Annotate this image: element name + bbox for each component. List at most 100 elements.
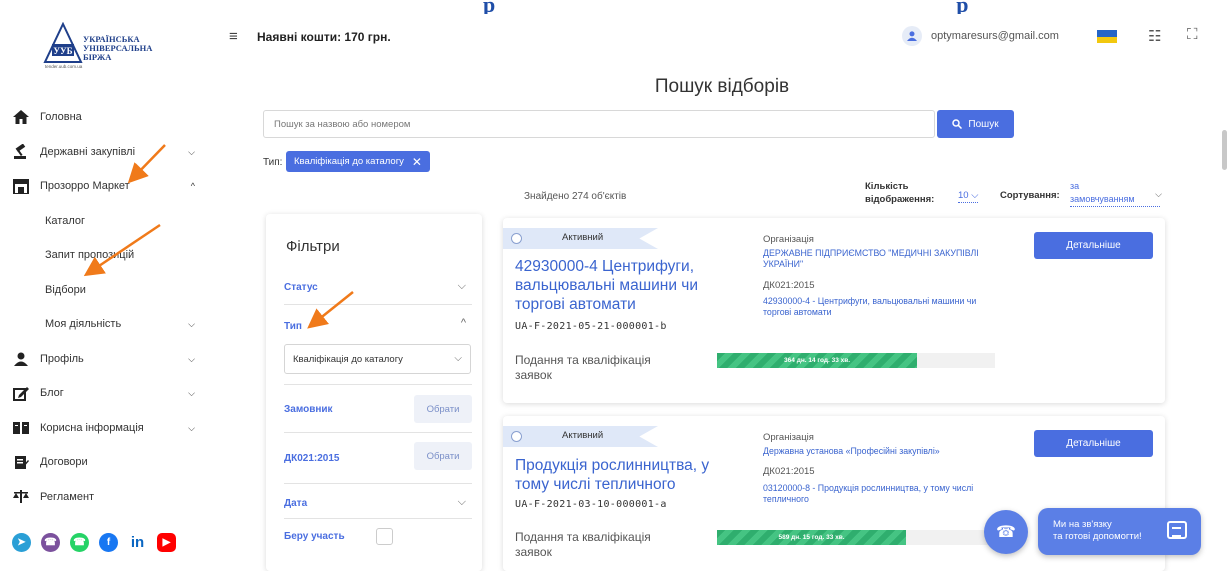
- phone-icon: ☎: [996, 524, 1016, 541]
- details-button[interactable]: Детальніше: [1034, 232, 1153, 259]
- org-label: Організація: [763, 234, 814, 245]
- user-icon: [12, 351, 30, 367]
- details-button[interactable]: Детальніше: [1034, 430, 1153, 457]
- call-button[interactable]: ☎: [984, 510, 1028, 554]
- close-icon[interactable]: ✕: [412, 155, 422, 169]
- sidebar-item-public-procurement[interactable]: Державні закупівлі ⌵: [12, 135, 207, 170]
- chevron-down-icon: ⌵: [188, 146, 195, 157]
- chevron-up-icon: ^: [460, 317, 466, 329]
- status-tag: Активний: [503, 228, 658, 249]
- sidebar-item-regulations[interactable]: Регламент: [12, 480, 207, 515]
- card-stage: Подання та кваліфікація заявок: [515, 353, 651, 382]
- page-size-value: 10: [958, 190, 969, 201]
- type-filter-label: Тип:: [263, 157, 283, 168]
- fullscreen-icon[interactable]: ⛶: [1187, 26, 1198, 43]
- sidebar-item-blog[interactable]: Блог ⌵: [12, 376, 207, 411]
- search-field[interactable]: [263, 110, 935, 138]
- whatsapp-icon[interactable]: ☎: [70, 533, 89, 552]
- sidebar-item-catalog[interactable]: Каталог: [12, 204, 207, 239]
- search-button[interactable]: Пошук: [937, 110, 1014, 138]
- sidebar-item-label: Блог: [40, 387, 64, 400]
- store-icon: [12, 178, 30, 194]
- sidebar-item-label: Каталог: [45, 214, 85, 227]
- type-filter-chip[interactable]: Кваліфікація до каталогу ✕: [286, 151, 430, 172]
- select-radio[interactable]: [511, 233, 522, 244]
- dk-value[interactable]: 42930000-4 - Центрифуги, вальцювальні ма…: [763, 296, 1003, 318]
- card-stage: Подання та кваліфікація заявок: [515, 530, 651, 559]
- qr-code-icon[interactable]: ☷: [1148, 27, 1161, 45]
- card-id: UA-F-2021-03-10-000001-a: [515, 499, 667, 510]
- viber-icon[interactable]: ☎: [41, 533, 60, 552]
- filter-dk: ДК021:2015 Обрати: [284, 433, 472, 484]
- status-badge: Активний: [562, 232, 604, 243]
- chat-icon: [1167, 521, 1187, 539]
- org-value[interactable]: Державна установа «Професійні закупівлі»: [763, 446, 993, 457]
- sidebar-item-label: Запит пропозицій: [45, 249, 135, 262]
- youtube-icon[interactable]: ▶: [157, 533, 176, 552]
- scrollbar[interactable]: [1222, 130, 1227, 170]
- org-value[interactable]: ДЕРЖАВНЕ ПІДПРИЄМСТВО "МЕДИЧНІ ЗАКУПІВЛІ…: [763, 248, 993, 270]
- user-email[interactable]: optymaresurs@gmail.com: [931, 30, 1059, 42]
- sidebar-item-label: Прозорро Маркет: [40, 180, 130, 193]
- filter-customer-label: Замовник: [284, 404, 333, 415]
- pick-dk-button[interactable]: Обрати: [414, 442, 472, 470]
- search-icon: [952, 119, 963, 129]
- top-bar: ≡ Наявні кошти: 170 грн. optymaresurs@gm…: [215, 0, 1229, 72]
- sort-select[interactable]: за замовчуванням ⌵: [1070, 180, 1162, 207]
- help-widget[interactable]: Ми на зв'язку та готові допомогти!: [1038, 508, 1201, 555]
- menu-icon[interactable]: ≡: [229, 28, 238, 45]
- progress-fill: 589 дн. 15 год. 33 хв.: [717, 530, 907, 545]
- sidebar-item-home[interactable]: Головна: [12, 100, 207, 135]
- type-select[interactable]: Кваліфікація до каталогу ⌵: [284, 344, 471, 374]
- telegram-icon[interactable]: ➤: [12, 533, 31, 552]
- sidebar-item-profile[interactable]: Профіль ⌵: [12, 342, 207, 377]
- sidebar-item-rfq[interactable]: Запит пропозицій: [12, 238, 207, 273]
- select-radio[interactable]: [511, 431, 522, 442]
- card-title[interactable]: Продукція рослинництва, у тому числі теп…: [515, 456, 720, 494]
- sidebar-item-label: Корисна інформація: [40, 421, 144, 434]
- logo[interactable]: УУБ УКРАЇНСЬКА УНІВЕРСАЛЬНА БІРЖА tender…: [43, 22, 193, 72]
- user-avatar-icon[interactable]: [902, 26, 922, 46]
- filter-participate: Беру участь: [284, 519, 472, 559]
- sidebar-item-contracts[interactable]: Договори: [12, 445, 207, 480]
- sidebar-item-label: Договори: [40, 456, 88, 469]
- status-badge: Активний: [562, 430, 604, 441]
- svg-text:УУБ: УУБ: [53, 46, 72, 56]
- chevron-down-icon: ⌵: [188, 319, 195, 329]
- linkedin-icon[interactable]: in: [128, 533, 147, 552]
- sidebar-item-selections[interactable]: Відбори: [12, 273, 207, 308]
- facebook-icon[interactable]: f: [99, 533, 118, 552]
- filter-date[interactable]: Дата ⌵: [284, 484, 472, 519]
- filter-participate-label: Беру участь: [284, 531, 345, 542]
- page-size-select[interactable]: 10 ⌵: [958, 190, 979, 203]
- filter-customer: Замовник Обрати: [284, 385, 472, 433]
- sidebar-item-useful-info[interactable]: Корисна інформація ⌵: [12, 411, 207, 446]
- filter-type[interactable]: Тип ^: [284, 305, 472, 337]
- results-count: Знайдено 274 об'єктів: [524, 191, 627, 202]
- dk-value[interactable]: 03120000-8 - Продукція рослинництва, у т…: [763, 483, 1003, 505]
- sort-value-2: замовчуванням: [1070, 194, 1135, 204]
- logo-emblem-icon: УУБ: [43, 22, 83, 63]
- type-filter-chip-label: Кваліфікація до каталогу: [294, 156, 404, 167]
- chevron-down-icon: ⌵: [454, 353, 462, 364]
- search-input[interactable]: [264, 111, 934, 137]
- ukraine-flag-icon[interactable]: [1097, 30, 1117, 43]
- pick-customer-button[interactable]: Обрати: [414, 395, 472, 423]
- logo-url: tender.uub.com.ua: [45, 64, 83, 69]
- filter-status[interactable]: Статус ⌵: [284, 272, 472, 305]
- contract-icon: [12, 454, 30, 470]
- auction-icon: [12, 144, 30, 160]
- card-title[interactable]: 42930000-4 Центрифуги, вальцювальні маши…: [515, 257, 720, 314]
- chevron-down-icon: ⌵: [1155, 189, 1162, 199]
- sidebar-item-my-activity[interactable]: Моя діяльність ⌵: [12, 307, 207, 342]
- org-label: Організація: [763, 432, 814, 443]
- sidebar-item-prozorro-market[interactable]: Прозорро Маркет ^: [12, 169, 207, 204]
- filter-dk-label: ДК021:2015: [284, 453, 340, 464]
- sidebar-nav: Головна Державні закупівлі ⌵ Прозорро Ма…: [12, 100, 207, 514]
- participate-checkbox[interactable]: [376, 528, 393, 545]
- dk-label: ДК021:2015: [763, 466, 815, 477]
- chevron-down-icon: ⌵: [971, 190, 979, 201]
- page-title: Пошук відборів: [654, 76, 790, 97]
- page-size-label-1: Кількість: [865, 181, 909, 192]
- social-links: ➤ ☎ ☎ f in ▶: [12, 533, 176, 552]
